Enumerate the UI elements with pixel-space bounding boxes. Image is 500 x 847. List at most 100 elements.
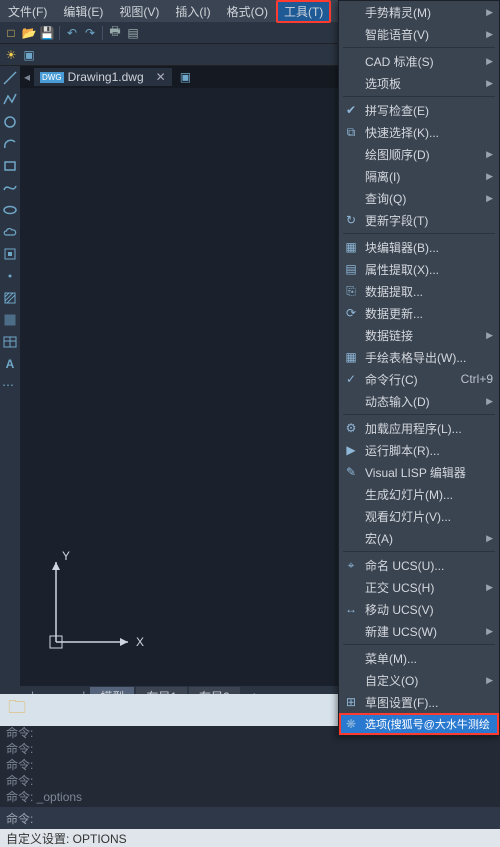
submenu-arrow-icon: ▶: [486, 171, 493, 182]
document-name: Drawing1.dwg: [68, 70, 144, 84]
app-icon: ⚙: [343, 420, 359, 436]
menu-item-label: 宏(A): [365, 530, 480, 547]
menu-item[interactable]: 菜单(M)...: [339, 647, 499, 669]
menu-item[interactable]: ↔移动 UCS(V): [339, 598, 499, 620]
new-icon[interactable]: □: [3, 25, 19, 41]
spline-icon[interactable]: [2, 180, 18, 196]
menu-item[interactable]: 宏(A) ▶: [339, 527, 499, 549]
blank-icon: [343, 75, 359, 91]
redo-icon[interactable]: ↷: [82, 25, 98, 41]
tbl-icon: ▦: [343, 349, 359, 365]
menu-item[interactable]: ▤属性提取(X)...: [339, 258, 499, 280]
pline-icon[interactable]: [2, 92, 18, 108]
menu-item[interactable]: 工具(T): [276, 0, 331, 23]
menu-item-label: 移动 UCS(V): [365, 601, 493, 618]
status-bar: 自定义设置: OPTIONS: [0, 829, 500, 847]
opt-icon: ❋: [343, 716, 359, 732]
rect-icon[interactable]: [2, 158, 18, 174]
menu-item[interactable]: 生成幻灯片(M)...: [339, 483, 499, 505]
menu-item[interactable]: 观看幻灯片(V)...: [339, 505, 499, 527]
menu-item[interactable]: ⟳数据更新...: [339, 302, 499, 324]
submenu-arrow-icon: ▶: [486, 396, 493, 407]
menu-item-label: 命令行(C): [365, 371, 449, 388]
menu-item[interactable]: 文件(F): [0, 0, 55, 23]
document-tab[interactable]: DWG Drawing1.dwg ✕: [34, 68, 172, 86]
menu-item[interactable]: 视图(V): [111, 0, 167, 23]
close-icon[interactable]: ✕: [156, 70, 166, 84]
menu-item[interactable]: ✎Visual LISP 编辑器: [339, 461, 499, 483]
menu-item[interactable]: 正交 UCS(H)▶: [339, 576, 499, 598]
text-icon[interactable]: A: [2, 356, 18, 372]
menu-item-label: CAD 标准(S): [365, 53, 480, 70]
menu-item[interactable]: ↻更新字段(T): [339, 209, 499, 231]
menu-item[interactable]: 插入(I): [167, 0, 218, 23]
save-icon[interactable]: 💾: [39, 25, 55, 41]
explorer-icon[interactable]: 🗀: [8, 695, 26, 725]
menu-item[interactable]: ⧉快速选择(K)...: [339, 121, 499, 143]
menu-item[interactable]: 新建 UCS(W)▶: [339, 620, 499, 642]
ellipse-icon[interactable]: [2, 202, 18, 218]
print-icon[interactable]: 🖶: [107, 25, 123, 41]
point-icon[interactable]: [2, 268, 18, 284]
cloud-icon[interactable]: [2, 224, 18, 240]
menu-item[interactable]: ⊞草图设置(F)...: [339, 691, 499, 713]
ucs-indicator: X Y: [38, 532, 148, 662]
table-icon[interactable]: [2, 334, 18, 350]
blank-icon: [343, 623, 359, 639]
blank-icon: [343, 53, 359, 69]
menu-item[interactable]: ▦手绘表格导出(W)...: [339, 346, 499, 368]
region-icon[interactable]: [2, 312, 18, 328]
menu-item[interactable]: ⌖命名 UCS(U)...: [339, 554, 499, 576]
menu-item-label: 新建 UCS(W): [365, 623, 480, 640]
menu-item[interactable]: ✔拼写检查(E): [339, 99, 499, 121]
blank-icon: [343, 508, 359, 524]
menu-item-label: 正交 UCS(H): [365, 579, 480, 596]
menu-item[interactable]: 手势精灵(M)▶: [339, 1, 499, 23]
hatch-icon[interactable]: [2, 290, 18, 306]
menu-item-label: 快速选择(K)...: [365, 124, 493, 141]
menu-item-label: 数据提取...: [365, 283, 493, 300]
menu-item[interactable]: 选项板▶: [339, 72, 499, 94]
blank-icon: [343, 530, 359, 546]
menu-item[interactable]: 编辑(E): [55, 0, 111, 23]
menu-item[interactable]: 智能语音(V)▶: [339, 23, 499, 45]
blank-icon: [343, 327, 359, 343]
menu-item[interactable]: 自定义(O)▶: [339, 669, 499, 691]
menu-item[interactable]: 绘图顺序(D)▶: [339, 143, 499, 165]
menu-item[interactable]: CAD 标准(S)▶: [339, 50, 499, 72]
svg-text:A: A: [6, 357, 15, 371]
new-tab-icon[interactable]: ▣: [180, 70, 191, 84]
plot-icon[interactable]: ▤: [125, 25, 141, 41]
arc-icon[interactable]: [2, 136, 18, 152]
menu-item-label: 块编辑器(B)...: [365, 239, 493, 256]
x-label: X: [136, 635, 144, 649]
menu-item[interactable]: ❋选项(搜狐号@大水牛测绘: [339, 713, 499, 735]
blank-icon: [343, 190, 359, 206]
undo-icon[interactable]: ↶: [64, 25, 80, 41]
menu-item-label: 生成幻灯片(M)...: [365, 486, 493, 503]
open-icon[interactable]: 📂: [21, 25, 37, 41]
menu-item[interactable]: 格式(O): [219, 0, 276, 23]
circle-icon[interactable]: [2, 114, 18, 130]
menu-item[interactable]: 查询(Q)▶: [339, 187, 499, 209]
command-input-row: 命令:: [0, 807, 500, 829]
menu-item[interactable]: ▦块编辑器(B)...: [339, 236, 499, 258]
menu-item[interactable]: 动态输入(D)▶: [339, 390, 499, 412]
cmd-icon: ✓: [343, 371, 359, 387]
menu-item[interactable]: ⎘数据提取...: [339, 280, 499, 302]
line-icon[interactable]: [2, 70, 18, 86]
menu-item[interactable]: ▶运行脚本(R)...: [339, 439, 499, 461]
layer-icon[interactable]: ▣: [21, 47, 37, 63]
block-icon[interactable]: [2, 246, 18, 262]
submenu-arrow-icon: ▶: [486, 193, 493, 204]
light-icon[interactable]: ☀: [3, 47, 19, 63]
menu-item[interactable]: ✓命令行(C)Ctrl+9: [339, 368, 499, 390]
y-label: Y: [62, 549, 70, 563]
command-input[interactable]: [41, 811, 494, 825]
menu-item[interactable]: 数据链接▶: [339, 324, 499, 346]
tab-prev-icon[interactable]: ◂: [24, 70, 30, 84]
submenu-arrow-icon: ▶: [486, 533, 493, 544]
more-icon[interactable]: ⋯: [2, 378, 18, 394]
menu-item[interactable]: 隔离(I)▶: [339, 165, 499, 187]
menu-item[interactable]: ⚙加载应用程序(L)...: [339, 417, 499, 439]
